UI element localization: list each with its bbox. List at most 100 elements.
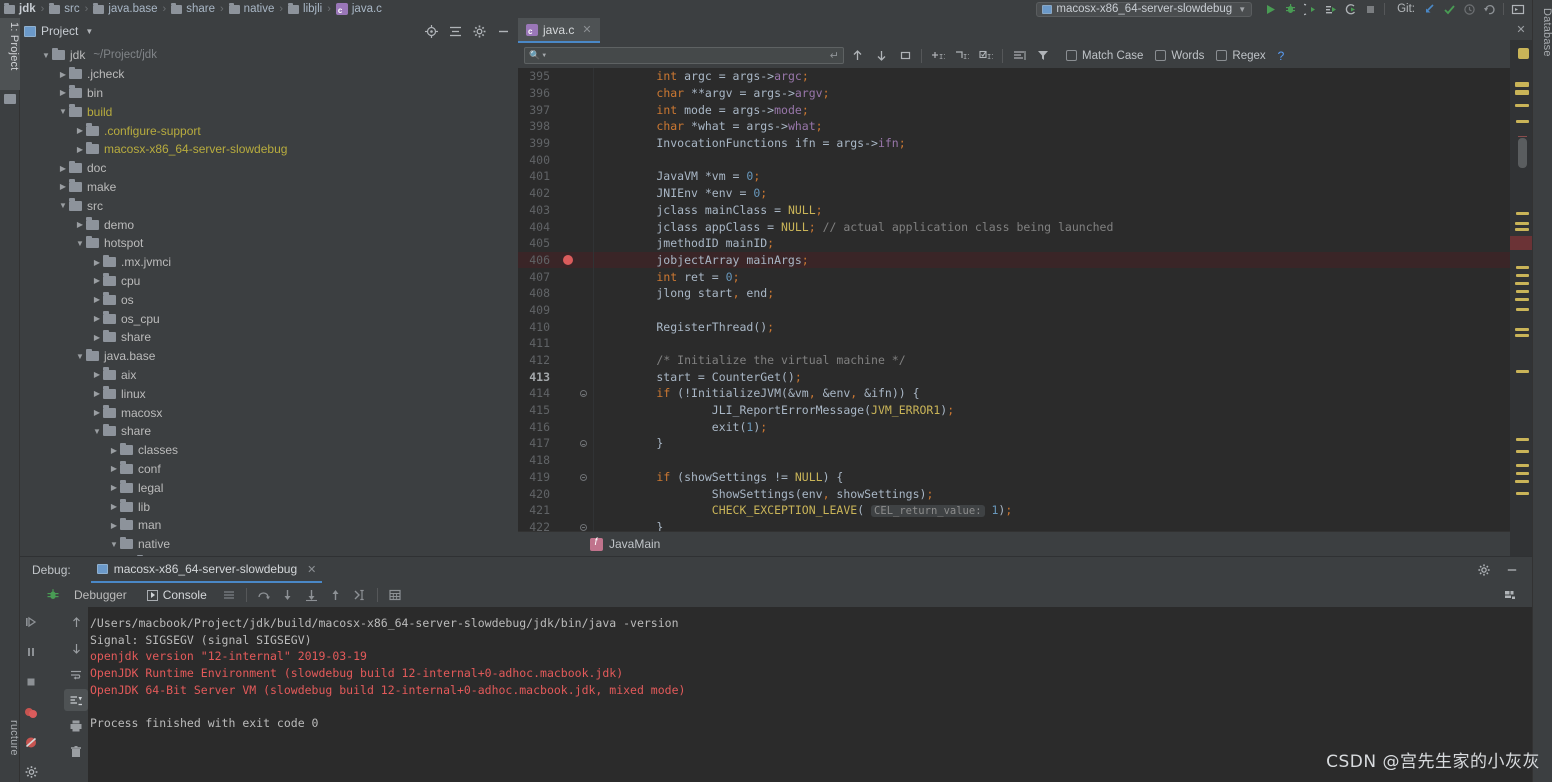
settings-icon[interactable] (19, 761, 43, 782)
code-line-415[interactable]: 415 JLI_ReportErrorMessage(JVM_ERROR1); (518, 402, 1530, 419)
stripe-marker[interactable] (1516, 120, 1529, 123)
gutter[interactable] (558, 85, 593, 102)
stripe-marker[interactable] (1515, 328, 1529, 331)
chevron-down-icon[interactable]: ▼ (541, 53, 547, 59)
code-line-395[interactable]: 395 int argc = args->argc; (518, 68, 1530, 85)
tree-node-build[interactable]: build (20, 102, 518, 121)
run-with-coverage-icon[interactable] (1300, 0, 1320, 18)
step-over-icon[interactable] (252, 584, 276, 606)
stripe-marker[interactable] (1515, 334, 1529, 337)
code-line-419[interactable]: 419 if (showSettings != NULL) { (518, 469, 1530, 486)
chevron-right-icon[interactable] (57, 164, 69, 173)
chevron-right-icon[interactable] (91, 370, 103, 379)
chevron-right-icon[interactable] (91, 333, 103, 342)
tree-node-lib[interactable]: lib (20, 497, 518, 516)
regex-checkbox[interactable]: Regex (1216, 50, 1266, 62)
gutter[interactable] (558, 185, 593, 202)
gutter[interactable] (558, 285, 593, 302)
gutter[interactable] (558, 68, 593, 85)
tree-node-aix[interactable]: aix (20, 366, 518, 385)
stripe-marker[interactable] (1516, 492, 1529, 495)
chevron-right-icon[interactable] (57, 70, 69, 79)
view-breakpoints-icon[interactable] (19, 701, 43, 723)
tree-node--configure-support[interactable]: .configure-support (20, 121, 518, 140)
run-configuration-selector[interactable]: macosx-x86_64-server-slowdebug ▼ (1036, 1, 1253, 17)
editor-tab-java-c[interactable]: java.c ✕ (518, 18, 600, 43)
minimize-icon[interactable] (1500, 559, 1524, 581)
tree-node-macosx-x86-64-server-slowdebug[interactable]: macosx-x86_64-server-slowdebug (20, 140, 518, 159)
code-line-405[interactable]: 405 jmethodID mainID; (518, 235, 1530, 252)
stripe-marker[interactable] (1515, 104, 1529, 107)
code-line-417[interactable]: 417 } (518, 435, 1530, 452)
chevron-right-icon[interactable] (57, 182, 69, 191)
stripe-breakpoint-marker[interactable] (1510, 236, 1532, 250)
code-fold-icon[interactable] (580, 440, 587, 448)
stripe-marker[interactable] (1516, 370, 1529, 373)
tree-node-os[interactable]: os (20, 290, 518, 309)
stripe-marker[interactable] (1515, 282, 1529, 285)
code-line-418[interactable]: 418 (518, 452, 1530, 469)
sidebar-tab-database[interactable]: Database (1533, 4, 1552, 74)
gutter[interactable] (558, 118, 593, 135)
code-line-413[interactable]: 413 start = CounterGet(); (518, 368, 1530, 385)
code-line-408[interactable]: 408 jlong start, end; (518, 285, 1530, 302)
chevron-right-icon[interactable] (108, 446, 120, 455)
gutter[interactable] (558, 352, 593, 369)
chevron-down-icon[interactable] (57, 107, 69, 116)
locate-icon[interactable] (420, 20, 442, 42)
clear-all-icon[interactable] (64, 741, 88, 763)
minimize-icon[interactable] (492, 20, 514, 42)
find-previous-icon[interactable] (846, 45, 868, 66)
gutter[interactable] (558, 485, 593, 502)
remove-line-icon[interactable]: II (951, 45, 973, 66)
stripe-marker[interactable] (1515, 222, 1529, 225)
gutter[interactable] (558, 135, 593, 152)
project-tree[interactable]: jdk ~/Project/jdk .jcheck bin build .configur… (20, 44, 518, 556)
rollback-icon[interactable] (1479, 0, 1499, 18)
attach-icon[interactable] (1340, 0, 1360, 18)
sidebar-tab-project[interactable]: 1: Project (0, 18, 20, 90)
breadcrumb-item-java-base[interactable]: java.base (93, 2, 158, 15)
code-line-407[interactable]: 407 int ret = 0; (518, 268, 1530, 285)
breadcrumb-item-file[interactable]: java.c (335, 3, 382, 16)
stripe-marker[interactable] (1518, 48, 1529, 59)
code-line-420[interactable]: 420 ShowSettings(env, showSettings); (518, 485, 1530, 502)
breadcrumb-item-libjli[interactable]: libjli (288, 2, 322, 15)
tree-node-macosx[interactable]: macosx (20, 403, 518, 422)
debug-icon[interactable] (1280, 0, 1300, 18)
code-fold-icon[interactable] (580, 473, 587, 481)
check-line-icon[interactable]: II (975, 45, 997, 66)
code-fold-icon[interactable] (580, 523, 587, 531)
stripe-marker[interactable] (1516, 472, 1529, 475)
breadcrumb-item-jdk[interactable]: jdk (4, 2, 36, 15)
soft-wrap-icon[interactable] (64, 663, 88, 685)
debug-session-tab[interactable]: macosx-x86_64-server-slowdebug ✕ (90, 558, 323, 583)
filter-icon[interactable] (1032, 45, 1054, 66)
gutter[interactable] (558, 418, 593, 435)
stripe-marker[interactable] (1515, 90, 1529, 95)
stripe-marker[interactable] (1516, 274, 1529, 277)
tree-node-make[interactable]: make (20, 178, 518, 197)
code-line-396[interactable]: 396 char **argv = args->argv; (518, 85, 1530, 102)
force-step-into-icon[interactable] (300, 584, 324, 606)
close-icon[interactable]: ✕ (307, 563, 316, 576)
tree-node-bin[interactable]: bin (20, 84, 518, 103)
tree-node-src[interactable]: src (20, 196, 518, 215)
tree-node-share[interactable]: share (20, 422, 518, 441)
gutter[interactable] (558, 402, 593, 419)
chevron-right-icon[interactable] (91, 276, 103, 285)
breadcrumb-item-native[interactable]: native (228, 2, 274, 15)
editor-close-icon[interactable]: ✕ (1510, 18, 1532, 40)
tree-node--mx-jvmci[interactable]: .mx.jvmci (20, 253, 518, 272)
code-line-400[interactable]: 400 (518, 151, 1530, 168)
chevron-right-icon[interactable] (57, 88, 69, 97)
search-input[interactable]: 🔍 ▼ ↵ (524, 47, 844, 64)
code-line-397[interactable]: 397 int mode = args->mode; (518, 101, 1530, 118)
tree-node-os-cpu[interactable]: os_cpu (20, 309, 518, 328)
stripe-marker[interactable] (1515, 298, 1529, 301)
gear-icon[interactable] (468, 20, 490, 42)
gutter[interactable] (558, 218, 593, 235)
gear-icon[interactable] (1472, 559, 1496, 581)
gutter[interactable] (558, 469, 593, 486)
code-line-414[interactable]: 414 if (!InitializeJVM(&vm, &env, &ifn))… (518, 385, 1530, 402)
